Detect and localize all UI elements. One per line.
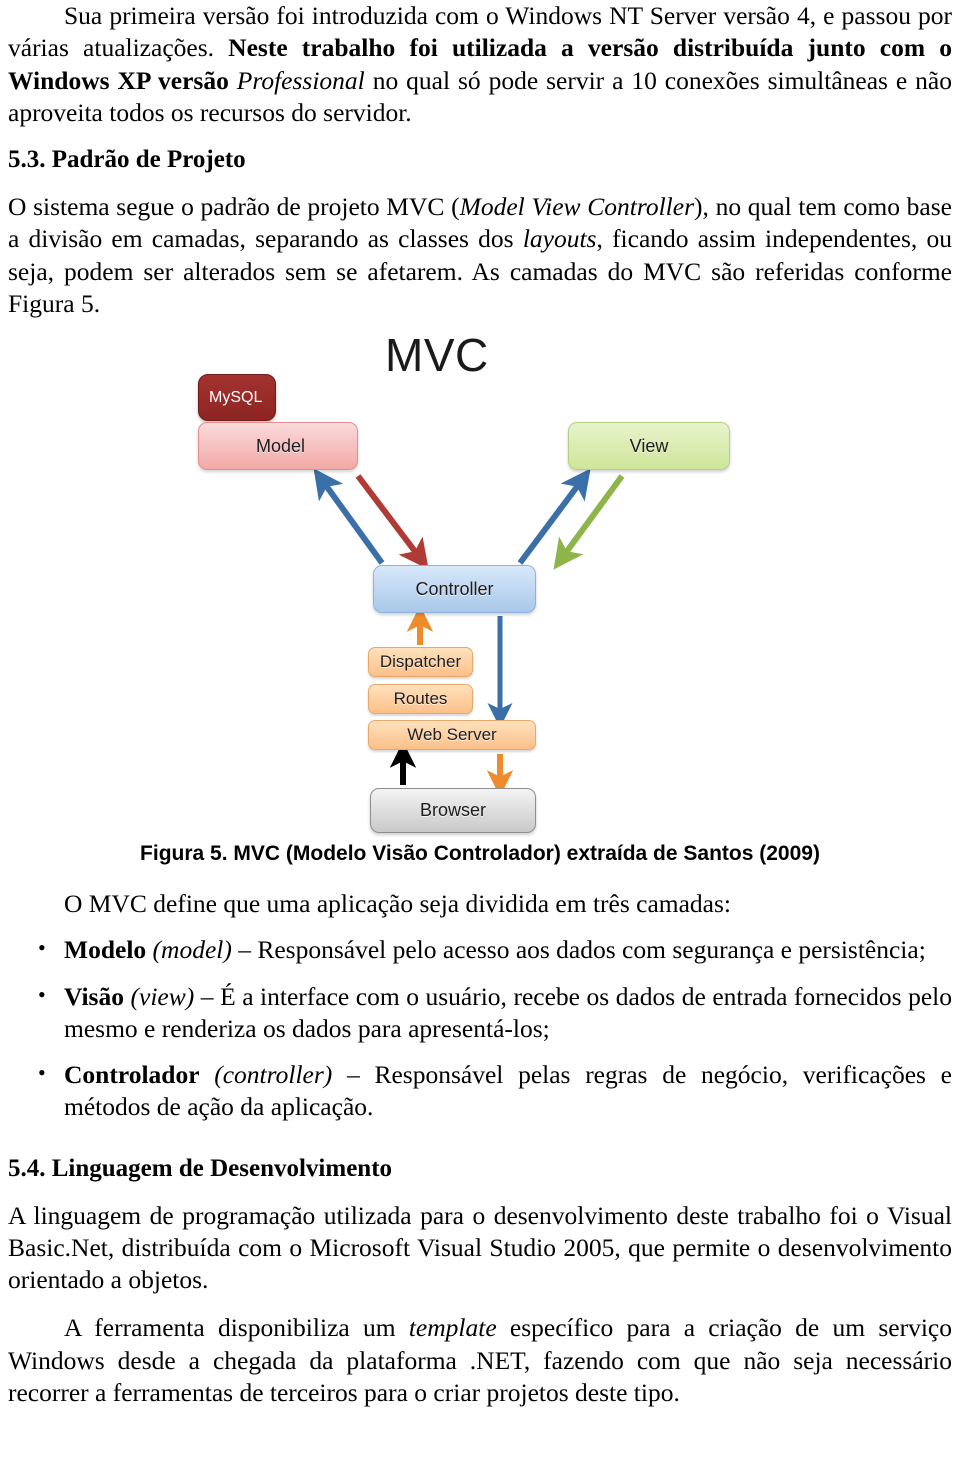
diagram-node-view: View [568,422,730,470]
diagram-node-web-server: Web Server [368,720,536,750]
list-item: • Visão (view) – É a interface com o usuá… [8,981,952,1046]
list-intro: O MVC define que uma aplicação seja divi… [64,889,732,918]
figure-5: MVC MySQL Model View Controller Dispatch… [0,320,960,866]
list-item: • Controlador (controller) – Responsável … [8,1059,952,1124]
list-item-italic-term: (controller) [214,1060,333,1089]
paragraph-mvc-italic2: layouts [522,224,597,254]
list-item-italic-term: (model) [152,935,232,965]
bullet-icon: • [38,981,46,1007]
paragraph-mvc-italic1: Model View Controller [459,192,694,221]
paragraph-intro: Sua primeira versão foi introduzida com … [8,0,952,129]
list-item-term: Controlador [64,1060,200,1089]
paragraph-template-italic: template [408,1313,497,1343]
bullet-icon: • [38,1060,46,1085]
diagram-node-dispatcher: Dispatcher [368,647,473,677]
paragraph-language: A linguagem de programação utilizada par… [8,1200,952,1295]
diagram-node-mysql: MySQL [198,374,276,421]
document-page: Sua primeira versão foi introduzida com … [0,0,960,1466]
paragraph-intro-italic: Professional [236,65,365,95]
diagram-node-model: Model [198,422,358,470]
heading-5-4: 5.4. Linguagem de Desenvolvimento [8,1154,393,1182]
diagram-title: MVC [385,329,489,381]
list-item: • Modelo (model) – Responsável pelo acess… [8,934,952,966]
list-item-term: Modelo [64,935,147,965]
diagram-node-controller: Controller [373,565,536,613]
list-item-description: – É a interface com o usuário, recebe os… [64,981,952,1043]
paragraph-template-run1: A ferramenta disponibiliza um [64,1313,409,1343]
mvc-diagram: MVC MySQL Model View Controller Dispatch… [170,320,790,840]
list-item-description: – Responsável pelo acesso aos dados com … [231,935,926,965]
diagram-node-browser: Browser [370,788,536,833]
figure-caption: Figura 5. MVC (Modelo Visão Controlador)… [140,842,820,865]
paragraph-template: A ferramenta disponibiliza um template e… [8,1312,952,1409]
list-item-term: Visão [64,981,124,1011]
diagram-node-routes: Routes [368,684,473,714]
list-item-italic-term: (view) [130,981,195,1011]
paragraph-mvc: O sistema segue o padrão de projeto MVC … [8,191,952,320]
bullet-icon: • [38,935,46,961]
paragraph-mvc-run1: O sistema segue o padrão de projeto MVC … [8,192,460,221]
mvc-layers-list: • Modelo (model) – Responsável pelo acess… [8,934,952,1123]
heading-5-3: 5.3. Padrão de Projeto [8,146,246,173]
